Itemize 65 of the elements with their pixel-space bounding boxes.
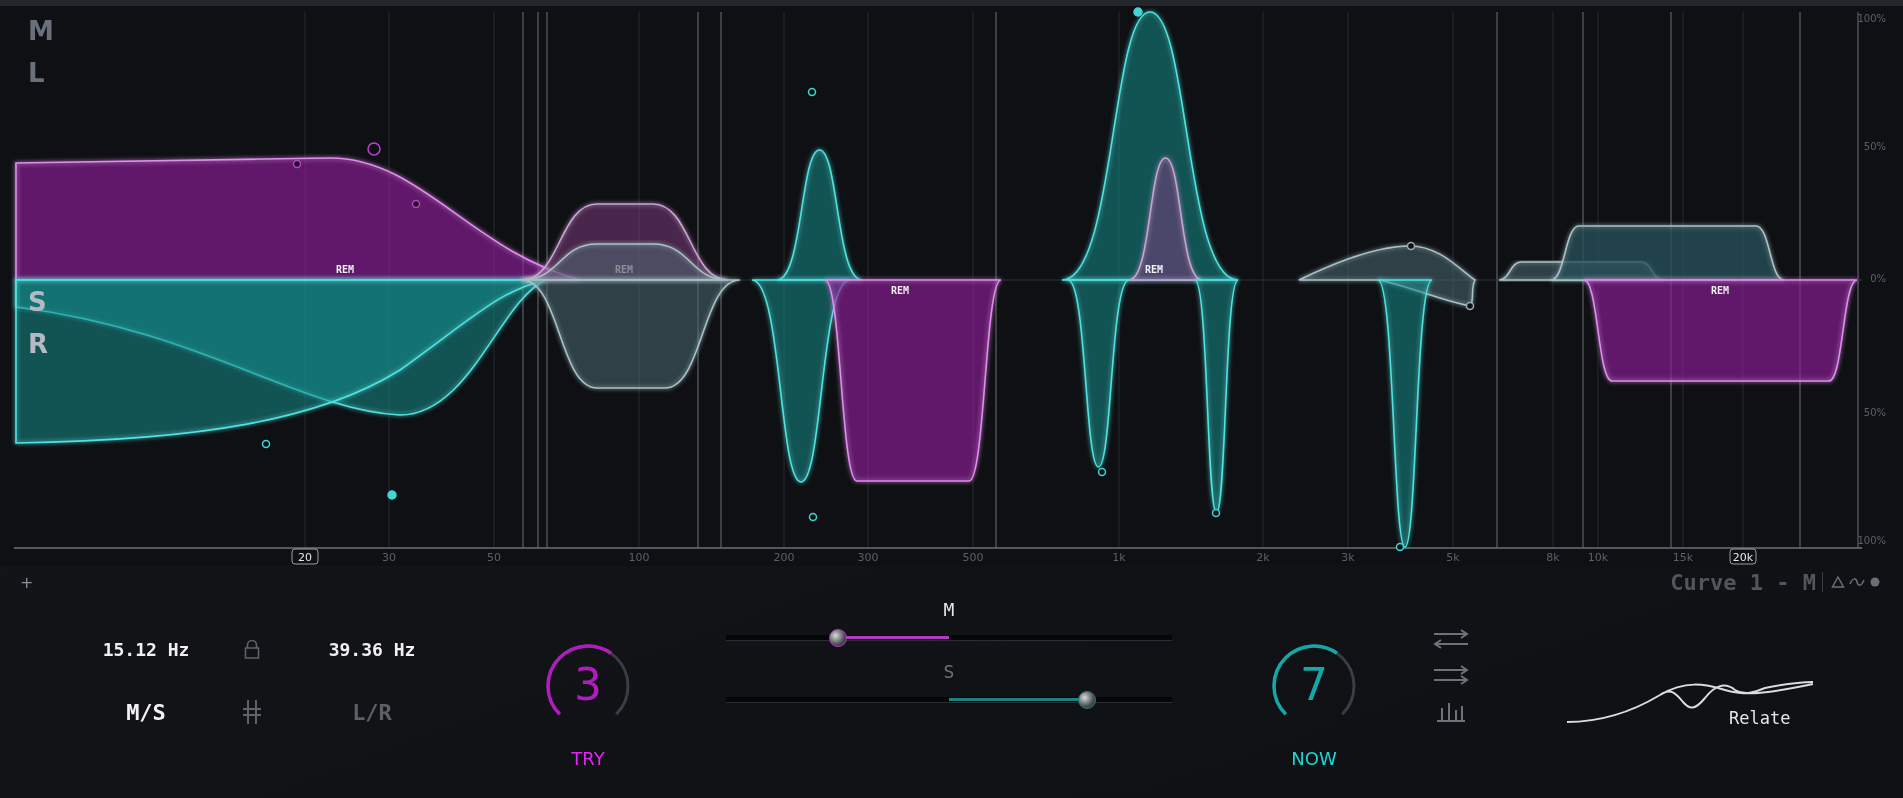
level-axis-label: 100% bbox=[1857, 535, 1886, 546]
frequency-range-marker[interactable]: 20k bbox=[1729, 548, 1757, 565]
level-axis-label: 50% bbox=[1863, 141, 1886, 152]
frequency-axis-label: 500 bbox=[962, 551, 984, 564]
frequency-axis-label: 5k bbox=[1446, 551, 1460, 564]
channel-label: M bbox=[28, 16, 54, 46]
band-handle[interactable] bbox=[1211, 508, 1221, 518]
frequency-axis-label: 8k bbox=[1546, 551, 1560, 564]
band-handle[interactable] bbox=[387, 490, 397, 500]
band-label: REM bbox=[1144, 264, 1164, 275]
band-handle[interactable] bbox=[1133, 7, 1143, 17]
frequency-axis-label: 10k bbox=[1587, 551, 1609, 564]
parallel-arrows-icon[interactable] bbox=[1432, 664, 1470, 686]
band-handle[interactable] bbox=[1406, 241, 1416, 251]
channel-label: R bbox=[28, 329, 49, 359]
channel-label: S bbox=[28, 287, 47, 317]
frequency-axis-label: 300 bbox=[857, 551, 879, 564]
level-axis-label: 0% bbox=[1870, 273, 1886, 284]
swap-arrows-icon[interactable] bbox=[1432, 628, 1470, 650]
lock-icon[interactable] bbox=[243, 638, 261, 660]
band-handle[interactable] bbox=[807, 87, 817, 97]
frequency-axis-label: 50 bbox=[487, 551, 501, 564]
triangle-icon[interactable] bbox=[1831, 575, 1845, 589]
band-label: REM bbox=[614, 264, 634, 275]
slider-thumb[interactable] bbox=[828, 629, 847, 647]
band-handle[interactable] bbox=[1465, 301, 1475, 311]
knob-value: 7 bbox=[1300, 658, 1328, 712]
band-label: REM bbox=[335, 264, 355, 275]
stereo-mode-button[interactable]: M/S bbox=[126, 699, 166, 725]
slider-label: S bbox=[943, 660, 955, 684]
frequency-axis-label: 100 bbox=[628, 551, 650, 564]
relate-button[interactable]: Relate bbox=[1565, 670, 1815, 730]
band-handle[interactable] bbox=[292, 159, 302, 169]
knob-label: TRY bbox=[571, 748, 605, 769]
slider-label: M bbox=[943, 598, 955, 622]
slider-track[interactable] bbox=[726, 628, 1172, 648]
level-axis-label: 100% bbox=[1857, 13, 1886, 24]
band-handle[interactable] bbox=[1097, 467, 1107, 477]
frequency-axis-label: 3k bbox=[1341, 551, 1355, 564]
knob-label: NOW bbox=[1291, 748, 1337, 769]
slider-track[interactable] bbox=[726, 690, 1172, 710]
level-axis-label: 50% bbox=[1863, 407, 1886, 418]
slider-thumb[interactable] bbox=[1078, 691, 1097, 709]
add-button[interactable]: + bbox=[16, 572, 38, 592]
frequency-axis-label: 30 bbox=[382, 551, 396, 564]
band-label: REM bbox=[890, 285, 910, 296]
band-handle[interactable] bbox=[1395, 542, 1405, 552]
high-frequency-value[interactable]: 39.36 Hz bbox=[328, 638, 416, 660]
wave-icon[interactable] bbox=[1849, 575, 1865, 589]
low-frequency-value[interactable]: 15.12 Hz bbox=[102, 638, 190, 660]
band-label: REM bbox=[1710, 285, 1730, 296]
dot-icon[interactable] bbox=[1869, 576, 1881, 588]
frequency-range-marker[interactable]: 20 bbox=[291, 548, 319, 565]
band-handle[interactable] bbox=[261, 439, 271, 449]
curve-name: Curve 1 - M bbox=[1670, 569, 1816, 595]
knob-value: 3 bbox=[574, 658, 602, 712]
bars-icon[interactable] bbox=[1435, 700, 1467, 722]
channel-label: L bbox=[28, 58, 45, 88]
band-handle[interactable] bbox=[808, 512, 818, 522]
frequency-axis-label: 1k bbox=[1112, 551, 1126, 564]
frequency-axis-label: 200 bbox=[773, 551, 795, 564]
frequency-axis-label: 15k bbox=[1672, 551, 1694, 564]
band-handle[interactable] bbox=[411, 199, 421, 209]
band-handle[interactable] bbox=[367, 142, 381, 156]
frequency-axis-label: 2k bbox=[1256, 551, 1270, 564]
